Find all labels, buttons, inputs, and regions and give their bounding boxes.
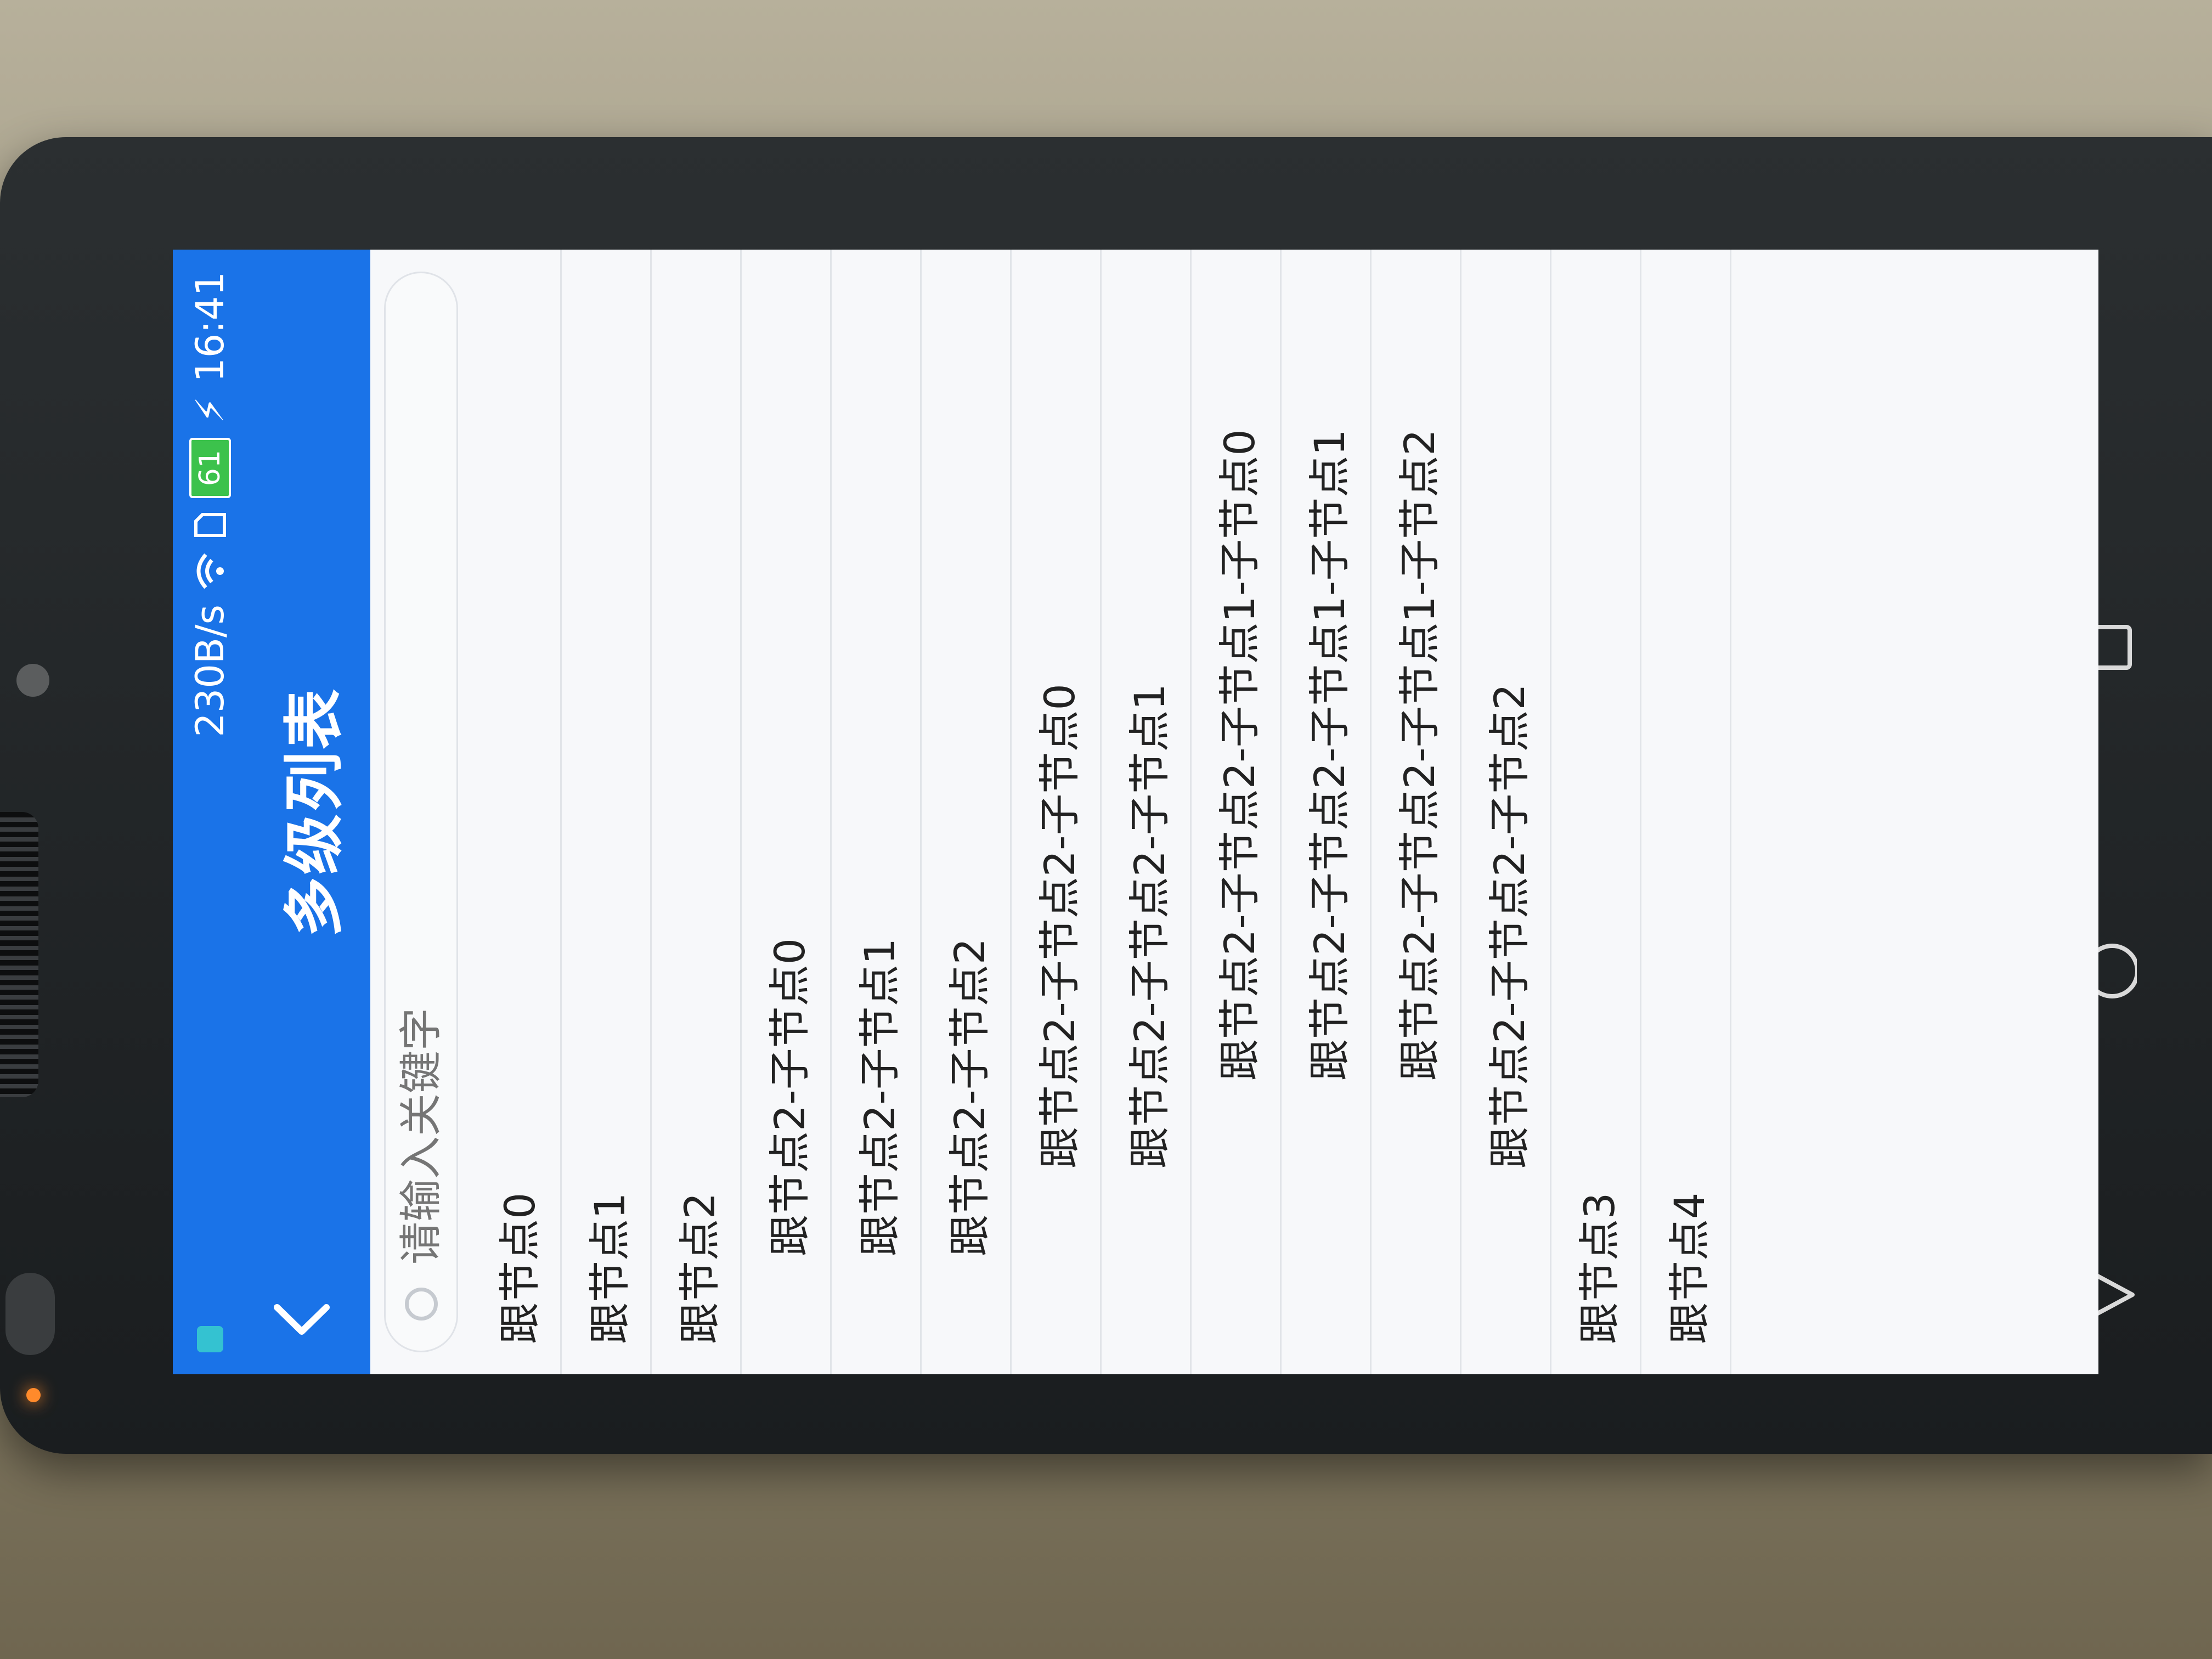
search-input[interactable] bbox=[396, 273, 447, 1266]
tree-row-label: 跟节点2-子节点0 bbox=[765, 938, 814, 1256]
tree-row-label: 跟节点4 bbox=[1664, 1192, 1714, 1344]
battery-icon: 61 bbox=[189, 437, 231, 499]
tree-row[interactable]: 跟节点0 bbox=[472, 250, 562, 1374]
tree-row-label: 跟节点2 bbox=[675, 1192, 724, 1344]
wifi-icon bbox=[196, 553, 224, 589]
tree-row-label: 跟节点3 bbox=[1575, 1192, 1624, 1344]
tree-row-label: 跟节点2-子节点2-子节点1-子节点2 bbox=[1395, 429, 1444, 1081]
earpiece-sensor bbox=[16, 664, 49, 697]
network-speed: 230B/s bbox=[187, 605, 233, 737]
tree-row[interactable]: 跟节点2 bbox=[652, 250, 742, 1374]
tree-row-label: 跟节点2-子节点2-子节点0 bbox=[1035, 684, 1084, 1169]
tree-row-label: 跟节点0 bbox=[495, 1192, 544, 1344]
search-bar[interactable] bbox=[384, 272, 458, 1352]
status-bar: 230B/s 61 ⚡ 16:41 bbox=[173, 250, 247, 1374]
tree-row[interactable]: 跟节点2-子节点2-子节点1 bbox=[1102, 250, 1192, 1374]
tree-list: 跟节点0 跟节点1 跟节点2 跟节点2-子节点0 跟节点2-子节点1 跟节点2-子节点2 跟… bbox=[472, 250, 1731, 1374]
app-screen: 230B/s 61 ⚡ 16:41 多级列表 跟节点0 跟节点1 跟节点2 跟节点2-… bbox=[173, 250, 2098, 1374]
tree-row[interactable]: 跟节点2-子节点0 bbox=[742, 250, 832, 1374]
tree-row-label: 跟节点2-子节点2-子节点1-子节点0 bbox=[1215, 429, 1264, 1081]
app-toolbar: 多级列表 bbox=[247, 250, 370, 1374]
tree-row-label: 跟节点2-子节点2-子节点1 bbox=[1125, 684, 1174, 1169]
tree-row[interactable]: 跟节点3 bbox=[1551, 250, 1641, 1374]
notification-led bbox=[26, 1388, 41, 1402]
tree-row[interactable]: 跟节点1 bbox=[562, 250, 652, 1374]
tree-row[interactable]: 跟节点2-子节点2-子节点2 bbox=[1462, 250, 1551, 1374]
page-title: 多级列表 bbox=[279, 687, 349, 937]
tree-row-label: 跟节点2-子节点2-子节点1-子节点1 bbox=[1305, 429, 1354, 1081]
tree-row[interactable]: 跟节点2-子节点1 bbox=[832, 250, 922, 1374]
sim-icon bbox=[196, 1326, 223, 1352]
tree-row[interactable]: 跟节点2-子节点2-子节点1-子节点1 bbox=[1282, 250, 1372, 1374]
tree-row[interactable]: 跟节点2-子节点2-子节点1-子节点0 bbox=[1192, 250, 1282, 1374]
tree-row-label: 跟节点1 bbox=[585, 1192, 634, 1344]
front-camera bbox=[5, 1273, 55, 1355]
speaker-grille bbox=[0, 812, 38, 1097]
clock: 16:41 bbox=[187, 272, 233, 382]
search-icon bbox=[404, 1288, 438, 1321]
tree-row-label: 跟节点2-子节点2-子节点2 bbox=[1485, 684, 1534, 1169]
tree-row[interactable]: 跟节点2-子节点2-子节点0 bbox=[1012, 250, 1102, 1374]
tree-row-label: 跟节点2-子节点1 bbox=[855, 938, 904, 1256]
tree-row-label: 跟节点2-子节点2 bbox=[945, 938, 994, 1256]
tree-row[interactable]: 跟节点2-子节点2 bbox=[922, 250, 1012, 1374]
sim-card-icon bbox=[194, 513, 226, 538]
charging-icon: ⚡ bbox=[187, 396, 233, 424]
tree-row[interactable]: 跟节点4 bbox=[1641, 250, 1731, 1374]
tree-row[interactable]: 跟节点2-子节点2-子节点1-子节点2 bbox=[1372, 250, 1462, 1374]
